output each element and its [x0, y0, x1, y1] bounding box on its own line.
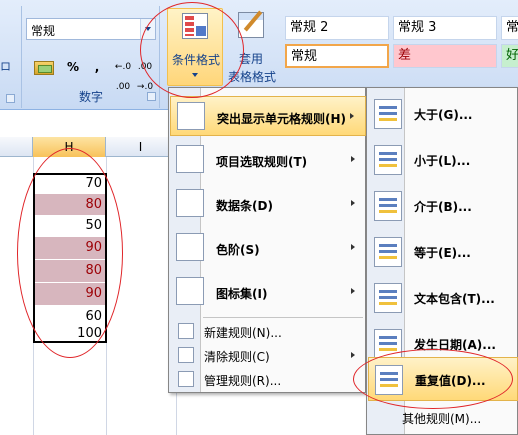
menu-item-new-rule[interactable]: 新建规则(N)...: [170, 320, 366, 342]
number-format-combobox[interactable]: 常规: [26, 18, 156, 40]
merge-center-fragment[interactable]: ロ: [0, 58, 11, 74]
submenu-item-label: 其他规则(M)...: [402, 412, 482, 426]
highlight-rules-icon: [177, 102, 205, 130]
conditional-format-menu: 突出显示单元格规则(H) 项目选取规则(T) 数据条(D) 色阶(S) 图标集(…: [168, 87, 366, 393]
currency-icon: [34, 60, 54, 75]
style-normal-2[interactable]: 常规 2: [285, 16, 389, 40]
submenu-item-less-than[interactable]: 小于(L)...: [368, 138, 518, 182]
menu-item-label: 图标集(I): [216, 287, 268, 301]
menu-item-color-scales[interactable]: 色阶(S): [170, 228, 366, 268]
style-normal-3[interactable]: 常规 3: [393, 16, 497, 40]
menu-item-icon-sets[interactable]: 图标集(I): [170, 272, 366, 312]
table-format-icon: [238, 12, 264, 38]
chevron-right-icon: [351, 200, 358, 206]
chevron-right-icon: [351, 288, 358, 294]
style-normal[interactable]: 常规: [285, 44, 389, 68]
style-partial[interactable]: 常: [501, 16, 518, 40]
menu-item-label: 突出显示单元格规则(H): [217, 112, 347, 126]
chevron-right-icon: [350, 113, 357, 119]
menu-item-highlight-rules[interactable]: 突出显示单元格规则(H): [170, 96, 366, 136]
menu-item-label: 清除规则(C): [204, 350, 270, 364]
menu-item-label: 管理规则(R)...: [204, 374, 282, 388]
eraser-icon: [178, 347, 194, 363]
submenu-item-text-contains[interactable]: 文本包含(T)...: [368, 276, 518, 320]
equal-to-icon: [374, 237, 402, 267]
alignment-dialog-launcher[interactable]: [6, 94, 15, 103]
style-good[interactable]: 好: [501, 44, 518, 68]
menu-item-label: 新建规则(N)...: [204, 326, 282, 340]
new-rule-icon: [178, 323, 194, 339]
menu-item-top-bottom-rules[interactable]: 项目选取规则(T): [170, 140, 366, 180]
greater-than-icon: [374, 99, 402, 129]
accounting-format-button[interactable]: [28, 56, 60, 78]
annotation-circle-conditional-format: [140, 2, 244, 98]
menu-separator: [203, 317, 363, 318]
number-group-label: 数字: [78, 90, 103, 104]
submenu-item-more-rules[interactable]: 其他规则(M)...: [368, 406, 518, 428]
menu-item-label: 项目选取规则(T): [216, 155, 308, 169]
menu-item-manage-rules[interactable]: 管理规则(R)...: [170, 368, 366, 390]
manage-rules-icon: [178, 371, 194, 387]
number-format-value: 常规: [31, 24, 56, 38]
percent-style-button[interactable]: %: [62, 56, 84, 78]
submenu-item-label: 文本包含(T)...: [414, 292, 495, 306]
text-contains-icon: [374, 283, 402, 313]
column-header-g[interactable]: [0, 137, 33, 157]
annotation-circle-duplicate-values: [353, 349, 513, 409]
alignment-group-fragment: ロ: [0, 6, 22, 108]
chevron-right-icon: [351, 244, 358, 250]
menu-item-label: 数据条(D): [216, 199, 273, 213]
submenu-item-label: 大于(G)...: [414, 108, 473, 122]
submenu-item-greater-than[interactable]: 大于(G)...: [368, 92, 518, 136]
submenu-item-between[interactable]: 介于(B)...: [368, 184, 518, 228]
color-scales-icon: [176, 233, 204, 261]
data-bars-icon: [176, 189, 204, 217]
submenu-item-label: 等于(E)...: [414, 246, 471, 260]
less-than-icon: [374, 145, 402, 175]
menu-item-label: 色阶(S): [216, 243, 260, 257]
top-bottom-rules-icon: [176, 145, 204, 173]
icon-sets-icon: [176, 277, 204, 305]
submenu-item-equal-to[interactable]: 等于(E)...: [368, 230, 518, 274]
column-header-i[interactable]: I: [106, 137, 176, 157]
submenu-item-label: 小于(L)...: [414, 154, 471, 168]
chevron-right-icon: [351, 352, 358, 358]
menu-item-clear-rules[interactable]: 清除规则(C): [170, 344, 366, 366]
increase-decimal-button[interactable]: ←.0 .00: [112, 56, 134, 92]
style-bad[interactable]: 差: [393, 44, 497, 68]
annotation-circle-cells: [17, 148, 123, 358]
menu-item-data-bars[interactable]: 数据条(D): [170, 184, 366, 224]
number-dialog-launcher[interactable]: [147, 92, 156, 101]
between-icon: [374, 191, 402, 221]
comma-style-button[interactable]: ,: [86, 56, 108, 78]
chevron-right-icon: [351, 156, 358, 162]
submenu-item-label: 介于(B)...: [414, 200, 472, 214]
